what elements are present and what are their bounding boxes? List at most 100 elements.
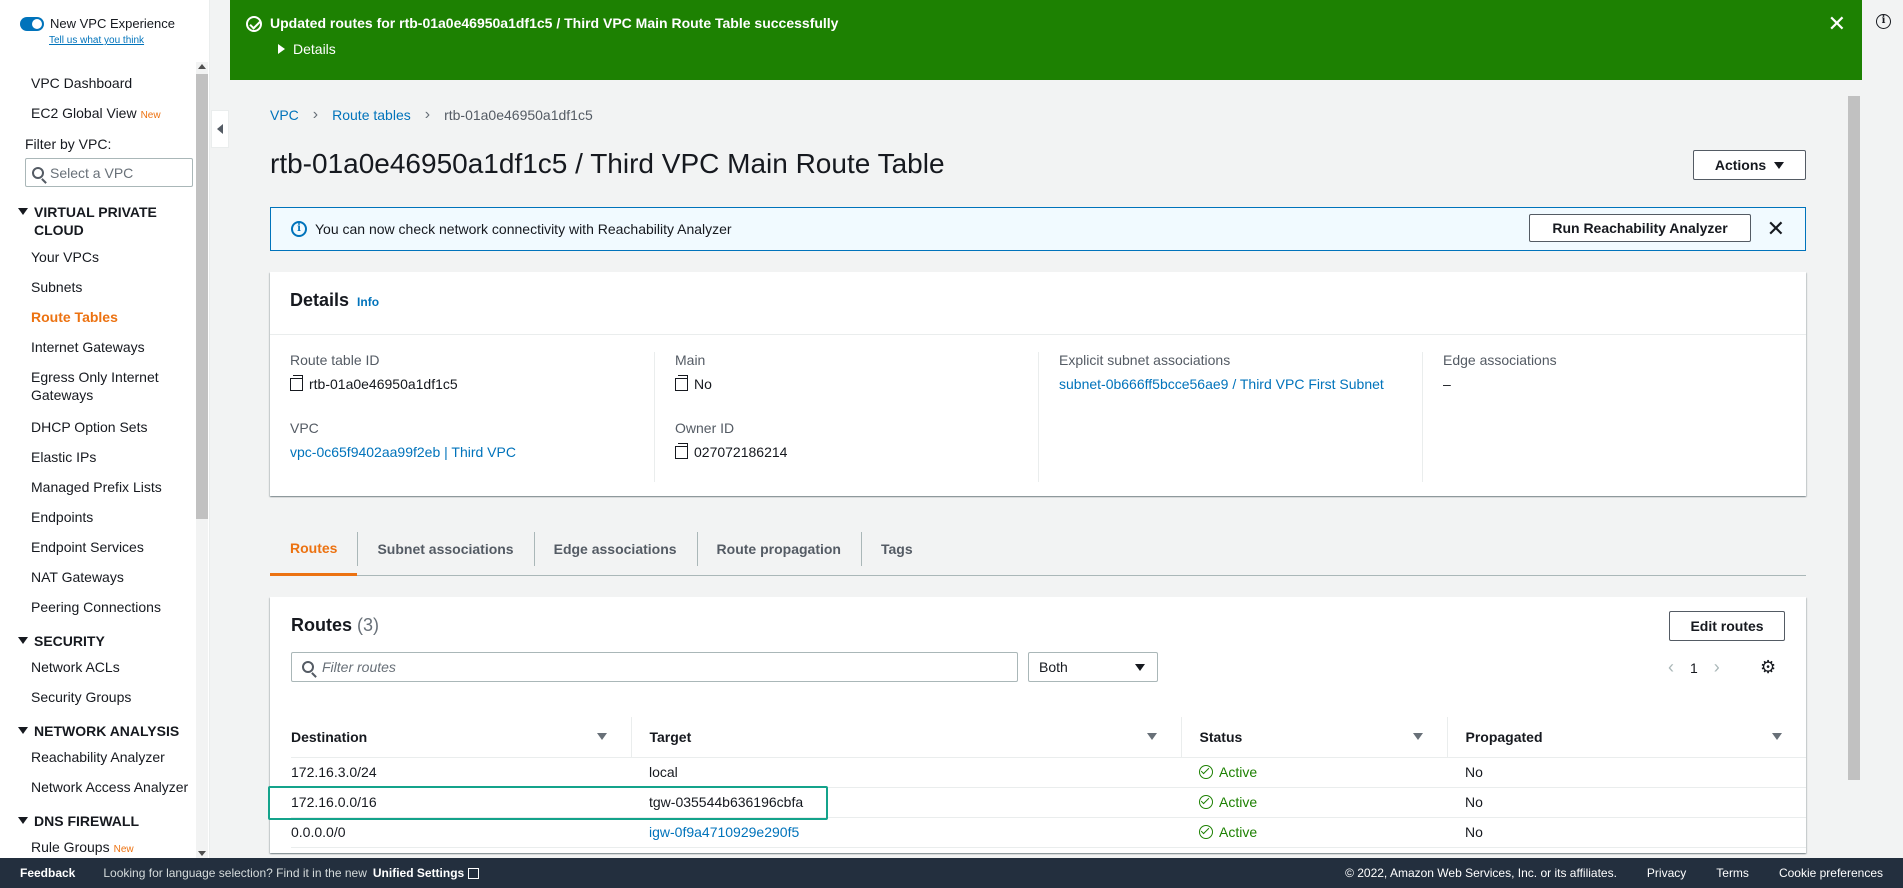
sidebar-item-endpoints[interactable]: Endpoints — [31, 508, 93, 526]
vpc-link[interactable]: vpc-0c65f9402aa99f2eb | Third VPC — [290, 444, 516, 460]
details-panel: Details Info Route table ID rtb-01a0e4695… — [270, 272, 1806, 496]
section-security[interactable]: SECURITY — [18, 632, 105, 650]
sidebar-item-internet-gateways[interactable]: Internet Gateways — [31, 338, 145, 356]
info-panel-icon[interactable]: i — [1876, 14, 1891, 29]
owner-id-value: 027072186214 — [675, 442, 1038, 460]
sort-icon[interactable] — [596, 733, 607, 741]
gear-icon[interactable]: ⚙ — [1760, 657, 1776, 678]
sidebar-item-elastic-ips[interactable]: Elastic IPs — [31, 448, 96, 466]
sidebar-item-reachability-analyzer[interactable]: Reachability Analyzer — [31, 748, 165, 766]
close-icon[interactable]: ✕ — [1767, 216, 1785, 242]
target-link[interactable]: igw-0f9a4710929e290f5 — [649, 824, 799, 840]
privacy-link[interactable]: Privacy — [1647, 866, 1686, 880]
details-title: Details — [290, 290, 350, 310]
flash-details-toggle[interactable]: Details — [278, 41, 336, 57]
vpc-value: vpc-0c65f9402aa99f2eb | Third VPC — [290, 444, 650, 460]
close-icon[interactable]: ✕ — [1828, 13, 1846, 35]
sidebar-item-rule-groups[interactable]: Rule Groups New — [31, 838, 134, 858]
chevron-left-icon[interactable]: ‹ — [1668, 657, 1674, 678]
language-hint: Looking for language selection? Find it … — [103, 866, 367, 880]
sidebar-item-managed-prefix-lists[interactable]: Managed Prefix Lists — [31, 478, 162, 496]
actions-label: Actions — [1714, 157, 1767, 173]
vpc-label: VPC — [290, 420, 319, 436]
column-target[interactable]: Target — [630, 717, 1181, 758]
feedback-link[interactable]: Feedback — [20, 866, 75, 880]
sidebar-item-route-tables[interactable]: Route Tables — [31, 308, 118, 326]
vpc-filter-select[interactable]: Select a VPC — [25, 158, 193, 187]
actions-button[interactable]: Actions — [1693, 150, 1806, 180]
column-label: Status — [1199, 728, 1243, 745]
sidebar-item-your-vpcs[interactable]: Your VPCs — [31, 248, 99, 266]
copy-icon[interactable] — [675, 442, 688, 459]
tab-list: Routes Subnet associations Edge associat… — [270, 522, 1806, 576]
sidebar-item-network-acls[interactable]: Network ACLs — [31, 658, 120, 676]
info-link[interactable]: Info — [357, 295, 379, 309]
success-icon — [246, 16, 262, 32]
chevron-right-icon: › — [424, 106, 431, 123]
section-dns-firewall[interactable]: DNS FIREWALL — [18, 812, 139, 830]
scroll-down-icon[interactable] — [198, 851, 206, 856]
route-filter-select[interactable]: Both — [1028, 652, 1158, 682]
sidebar-item-network-access-analyzer[interactable]: Network Access Analyzer — [31, 778, 188, 796]
sidebar-item-nat-gateways[interactable]: NAT Gateways — [31, 568, 124, 586]
chevron-right-icon: › — [312, 106, 319, 123]
scroll-up-icon[interactable] — [198, 64, 206, 69]
column-status[interactable]: Status — [1180, 717, 1447, 758]
status-text: Active — [1219, 764, 1258, 780]
main-scroll-thumb[interactable] — [1848, 96, 1860, 780]
filter-routes-placeholder: Filter routes — [322, 659, 396, 675]
tab-edge-associations[interactable]: Edge associations — [533, 522, 697, 576]
tell-us-link[interactable]: Tell us what you think — [49, 35, 144, 46]
copy-icon[interactable] — [290, 374, 303, 391]
cookie-preferences-link[interactable]: Cookie preferences — [1779, 866, 1883, 880]
column-destination[interactable]: Destination — [291, 717, 631, 758]
copy-icon[interactable] — [675, 374, 688, 391]
caret-down-icon — [18, 817, 28, 824]
route-filter-value: Both — [1039, 659, 1068, 675]
propagated-cell: No — [1447, 757, 1806, 788]
main-value: No — [675, 374, 1038, 392]
breadcrumb-route-tables[interactable]: Route tables — [332, 107, 411, 123]
sort-icon[interactable] — [1146, 733, 1157, 741]
subnet-link[interactable]: subnet-0b666ff5bcce56ae9 / Third VPC Fir… — [1059, 376, 1384, 392]
tab-subnet-associations[interactable]: Subnet associations — [357, 522, 533, 576]
column-propagated[interactable]: Propagated — [1446, 717, 1806, 758]
tab-route-propagation[interactable]: Route propagation — [696, 522, 861, 576]
info-icon: i — [291, 221, 307, 237]
tab-routes[interactable]: Routes — [270, 522, 358, 576]
edit-routes-button[interactable]: Edit routes — [1669, 611, 1785, 641]
sidebar-item-ec2-global-view[interactable]: EC2 Global View New — [31, 104, 161, 125]
collapse-sidebar-button[interactable] — [211, 110, 229, 148]
page-number[interactable]: 1 — [1690, 660, 1698, 676]
chevron-right-icon[interactable]: › — [1714, 657, 1720, 678]
explicit-subnet-associations-label: Explicit subnet associations — [1059, 352, 1231, 368]
section-virtual-private-cloud[interactable]: VIRTUAL PRIVATE CLOUD — [18, 203, 164, 239]
sidebar-item-security-groups[interactable]: Security Groups — [31, 688, 131, 706]
toggle-icon[interactable] — [20, 16, 44, 31]
tab-tags[interactable]: Tags — [860, 522, 933, 576]
sort-icon[interactable] — [1412, 733, 1423, 741]
run-reachability-analyzer-button[interactable]: Run Reachability Analyzer — [1529, 214, 1751, 242]
sidebar-item-endpoint-services[interactable]: Endpoint Services — [31, 538, 144, 556]
owner-id-text: 027072186214 — [694, 444, 788, 460]
status-text: Active — [1219, 794, 1258, 810]
sidebar-item-subnets[interactable]: Subnets — [31, 278, 82, 296]
sidebar-item-dashboard[interactable]: VPC Dashboard — [31, 74, 132, 92]
breadcrumb-vpc[interactable]: VPC — [270, 107, 299, 123]
filter-routes-input[interactable]: Filter routes — [291, 652, 1018, 682]
sort-icon[interactable] — [1772, 733, 1782, 741]
sidebar-scroll-thumb[interactable] — [196, 74, 208, 519]
sidebar-item-egress-only-internet-gateways[interactable]: Egress Only Internet Gateways — [31, 368, 181, 404]
main-scrollbar[interactable] — [1847, 82, 1861, 858]
terms-link[interactable]: Terms — [1716, 866, 1749, 880]
routes-count: (3) — [357, 615, 380, 635]
vpc-experience-toggle[interactable]: New VPC Experience — [20, 16, 175, 31]
section-network-analysis[interactable]: NETWORK ANALYSIS — [18, 722, 179, 740]
sidebar-item-dhcp-option-sets[interactable]: DHCP Option Sets — [31, 418, 147, 436]
flash-message: Updated routes for rtb-01a0e46950a1df1c5… — [270, 15, 839, 31]
details-heading: Details Info — [290, 290, 379, 311]
sidebar-scrollbar[interactable] — [196, 62, 208, 858]
unified-settings-link[interactable]: Unified Settings — [373, 866, 480, 880]
sidebar-item-peering-connections[interactable]: Peering Connections — [31, 598, 161, 616]
route-table-id-value: rtb-01a0e46950a1df1c5 — [290, 374, 650, 392]
